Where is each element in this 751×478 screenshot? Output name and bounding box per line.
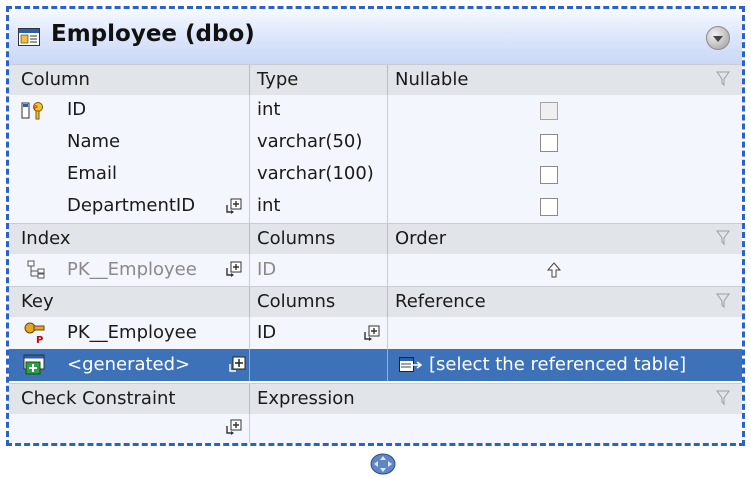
table-title: Employee (dbo) (51, 21, 255, 47)
index-columns[interactable]: ID (257, 255, 276, 285)
filter-icon[interactable] (716, 390, 730, 406)
key-columns[interactable]: ID (257, 318, 276, 348)
filter-icon[interactable] (716, 293, 730, 309)
nullable-checkbox[interactable] (540, 166, 558, 184)
check-constraint-section-header: Check Constraint Expression (9, 383, 742, 416)
column-row[interactable]: DepartmentID int (9, 191, 742, 221)
collapse-button[interactable] (706, 26, 730, 50)
index-name[interactable]: PK__Employee (67, 255, 197, 285)
column-type[interactable]: varchar(100) (257, 159, 374, 189)
header-column: Column (21, 69, 90, 90)
header-type: Type (257, 69, 299, 90)
reference-selector[interactable]: [select the referenced table] (429, 349, 686, 381)
column-name[interactable]: Name (67, 127, 120, 157)
column-name[interactable]: DepartmentID (67, 191, 195, 221)
table-title-bar[interactable]: Employee (dbo) (9, 9, 742, 65)
column-type[interactable]: int (257, 95, 280, 125)
arrow-up-icon[interactable] (547, 262, 561, 278)
column-type[interactable]: varchar(50) (257, 127, 362, 157)
svg-text:P: P (34, 105, 38, 112)
insert-row-icon[interactable] (223, 260, 243, 280)
nullable-checkbox (540, 102, 558, 120)
column-type[interactable]: int (257, 191, 280, 221)
insert-row-icon[interactable] (361, 324, 381, 344)
foreign-key-icon (23, 354, 45, 375)
filter-icon[interactable] (716, 71, 730, 87)
reference-table-icon[interactable] (399, 357, 423, 373)
key-row-selected[interactable]: <generated> [select the referenced table… (9, 349, 742, 381)
table-icon (18, 28, 40, 46)
header-columns: Columns (257, 291, 336, 312)
table-design-box[interactable]: Employee (dbo) Column Type Nullable P ID… (6, 6, 745, 446)
header-nullable: Nullable (395, 69, 469, 90)
header-index: Index (21, 228, 71, 249)
header-expression: Expression (257, 388, 355, 409)
check-constraint-row[interactable] (9, 414, 742, 443)
key-name[interactable]: <generated> (67, 349, 190, 381)
columns-section-header: Column Type Nullable (9, 64, 742, 97)
primary-key-icon: P (24, 322, 45, 344)
header-columns: Columns (257, 228, 336, 249)
svg-text:P: P (36, 335, 43, 344)
column-name[interactable]: Email (67, 159, 117, 189)
nullable-checkbox[interactable] (540, 134, 558, 152)
index-row[interactable]: PK__Employee ID (9, 255, 742, 285)
header-check-constraint: Check Constraint (21, 388, 176, 409)
insert-row-icon[interactable] (223, 197, 243, 217)
header-order: Order (395, 228, 447, 249)
header-key: Key (21, 291, 54, 312)
header-reference: Reference (395, 291, 486, 312)
key-name[interactable]: PK__Employee (67, 318, 197, 348)
move-handle-icon[interactable] (370, 453, 396, 475)
key-row[interactable]: P PK__Employee ID (9, 318, 742, 348)
column-name[interactable]: ID (67, 95, 86, 125)
key-section-header: Key Columns Reference (9, 286, 742, 319)
nullable-checkbox[interactable] (540, 198, 558, 216)
column-row[interactable]: P ID int (9, 95, 742, 125)
insert-row-icon[interactable] (227, 355, 247, 375)
index-icon (27, 260, 45, 279)
filter-icon[interactable] (716, 230, 730, 246)
primary-key-icon: P (21, 102, 43, 120)
column-row[interactable]: Name varchar(50) (9, 127, 742, 157)
insert-row-icon[interactable] (223, 418, 243, 438)
column-row[interactable]: Email varchar(100) (9, 159, 742, 189)
index-section-header: Index Columns Order (9, 223, 742, 256)
